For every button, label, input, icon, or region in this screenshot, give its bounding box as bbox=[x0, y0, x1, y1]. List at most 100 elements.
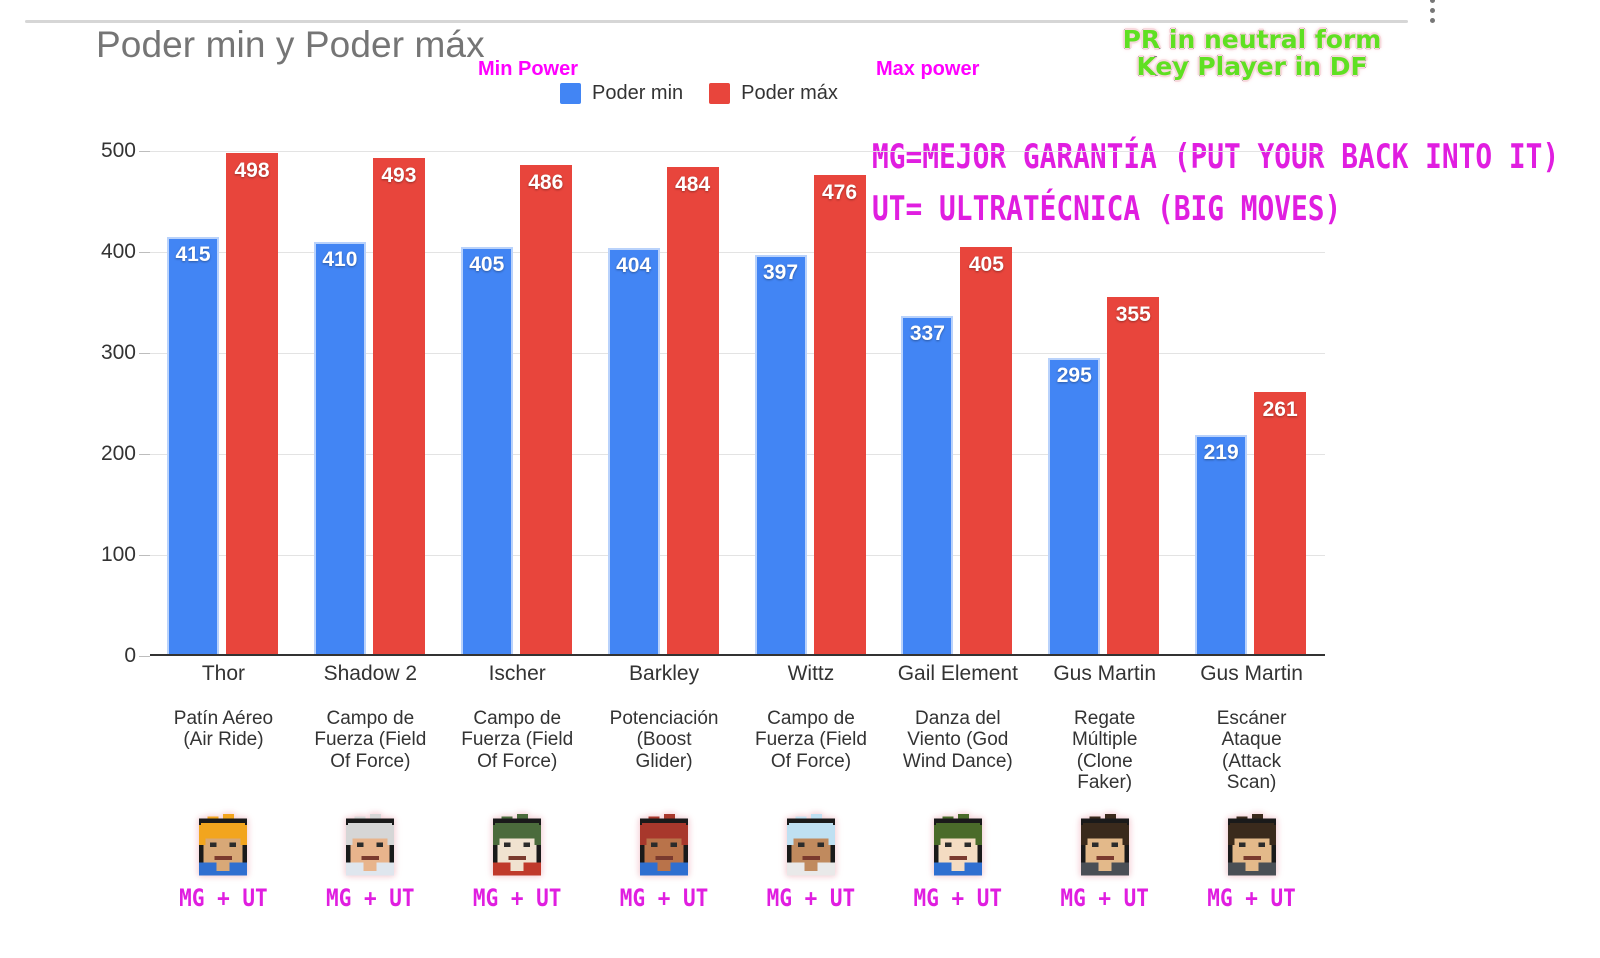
category-move-line: Wind Dance) bbox=[902, 750, 1013, 772]
bar-value-label: 484 bbox=[675, 173, 711, 197]
category-move-line: Campo de bbox=[473, 708, 562, 729]
sprite-cell: MG + UT bbox=[884, 812, 1031, 912]
kebab-dot-3 bbox=[1429, 18, 1435, 23]
legend-label-poder-max: Poder máx bbox=[741, 82, 838, 104]
category-move-line: (Attack bbox=[1222, 750, 1282, 772]
bar-group: 337 405 bbox=[884, 151, 1031, 656]
y-tick-mark-300 bbox=[139, 353, 150, 354]
sprite-tag-label: MG + UT bbox=[1207, 884, 1296, 912]
sprite-cell: MG + UT bbox=[1178, 812, 1325, 912]
y-tick-mark-0 bbox=[139, 656, 150, 657]
category-label-cell: Gus Martin Escáner Ataque (Attack Scan) bbox=[1178, 662, 1325, 793]
bar-poder-min[interactable]: 337 bbox=[901, 315, 954, 656]
bar-poder-min[interactable]: 397 bbox=[754, 255, 807, 656]
category-move-line: Fuerza (Field bbox=[461, 729, 574, 751]
category-move-name: Potenciación (Boost Glider) bbox=[595, 708, 734, 772]
category-move-line: Campo de bbox=[767, 708, 855, 729]
category-move-line: Fuerza (Field bbox=[314, 729, 427, 751]
sprite-tag-label: MG + UT bbox=[472, 884, 562, 912]
character-avatar-icon bbox=[188, 812, 258, 882]
plot-area: 415 498 410 493 405 486 404 484 397 476 337 405 295 3… bbox=[150, 151, 1325, 656]
bar-group: 404 484 bbox=[591, 151, 738, 656]
annotation-min-power: Min Power bbox=[478, 58, 579, 80]
y-tick-label-100: 100 bbox=[100, 543, 136, 566]
sprite-cell: MG + UT bbox=[444, 812, 591, 912]
annotation-badge-pr: PR in neutral form Key Player in DF bbox=[1112, 25, 1392, 80]
y-tick-label-500: 500 bbox=[100, 139, 136, 162]
bar-value-label: 337 bbox=[909, 321, 945, 345]
sprite-tag-label: MG + UT bbox=[913, 884, 1003, 912]
category-name: Gail Element bbox=[897, 662, 1018, 685]
bar-value-label: 493 bbox=[381, 164, 417, 188]
kebab-menu-icon[interactable] bbox=[1421, 0, 1443, 32]
bar-value-label: 355 bbox=[1115, 303, 1151, 327]
annotation-max-power: Max power bbox=[876, 58, 980, 80]
bar-poder-min[interactable]: 415 bbox=[167, 236, 219, 656]
character-avatar-icon bbox=[923, 812, 993, 882]
sprite-tag-label: MG + UT bbox=[1060, 884, 1149, 912]
bar-poder-max[interactable]: 261 bbox=[1254, 392, 1307, 656]
category-name: Barkley bbox=[629, 662, 700, 685]
kebab-dot-1 bbox=[1429, 0, 1435, 3]
category-move-line: Of Force) bbox=[330, 750, 411, 772]
legend-item-poder-min[interactable]: Poder min bbox=[560, 82, 683, 105]
bar-poder-min[interactable]: 219 bbox=[1195, 434, 1248, 656]
bar-group: 397 476 bbox=[738, 151, 885, 656]
sprite-cell: MG + UT bbox=[591, 812, 738, 912]
y-tick-mark-200 bbox=[139, 454, 150, 455]
chart-screenshot: Poder min y Poder máx Min Power Max powe… bbox=[0, 0, 1600, 958]
character-avatar-icon bbox=[1217, 812, 1287, 882]
y-tick-label-0: 0 bbox=[124, 644, 136, 667]
y-tick-label-200: 200 bbox=[100, 442, 136, 465]
category-move-line: Fuerza (Field bbox=[754, 729, 867, 751]
category-move-line: (Clone bbox=[1076, 750, 1133, 772]
category-move-name: Regate Múltiple (Clone Faker) bbox=[1035, 708, 1174, 793]
bar-poder-max[interactable]: 486 bbox=[519, 165, 572, 656]
category-label-cell: Thor Patín Aéreo (Air Ride) bbox=[150, 662, 297, 793]
category-move-line: Regate bbox=[1074, 708, 1136, 729]
bar-poder-max[interactable]: 355 bbox=[1107, 297, 1160, 656]
category-move-line: Múltiple bbox=[1071, 729, 1138, 751]
bar-poder-max[interactable]: 484 bbox=[666, 167, 719, 656]
category-move-name: Escáner Ataque (Attack Scan) bbox=[1182, 708, 1321, 793]
category-move-line: (Boost bbox=[636, 729, 692, 751]
x-axis-line bbox=[150, 654, 1325, 656]
category-name: Shadow 2 bbox=[323, 662, 418, 685]
sprite-tag-label: MG + UT bbox=[326, 884, 415, 912]
bar-poder-max[interactable]: 476 bbox=[813, 175, 866, 656]
category-move-name: Danza del Viento (God Wind Dance) bbox=[888, 708, 1027, 772]
bar-group: 415 498 bbox=[150, 151, 297, 656]
category-label-cell: Barkley Potenciación (Boost Glider) bbox=[591, 662, 738, 793]
category-move-line: Patín Aéreo bbox=[173, 708, 274, 729]
category-label-cell: Gail Element Danza del Viento (God Wind Dan… bbox=[884, 662, 1031, 793]
character-avatar-icon bbox=[482, 812, 552, 882]
category-move-line: Viento (God bbox=[907, 729, 1009, 751]
bar-poder-min[interactable]: 295 bbox=[1048, 358, 1101, 656]
chart-container-top-border bbox=[25, 20, 1408, 23]
category-move-line: Of Force) bbox=[770, 750, 852, 772]
category-move-name: Campo de Fuerza (Field Of Force) bbox=[301, 708, 440, 772]
legend-item-poder-max[interactable]: Poder máx bbox=[709, 82, 838, 105]
bar-poder-min[interactable]: 405 bbox=[460, 246, 513, 656]
bar-value-label: 397 bbox=[762, 261, 799, 285]
legend-swatch-poder-min bbox=[560, 83, 581, 104]
bar-value-label: 498 bbox=[234, 159, 270, 183]
character-avatar-icon bbox=[1070, 812, 1140, 882]
character-avatar-icon bbox=[335, 812, 405, 882]
bar-poder-max[interactable]: 493 bbox=[372, 158, 425, 656]
bar-value-label: 261 bbox=[1262, 398, 1298, 422]
category-label-cell: Ischer Campo de Fuerza (Field Of Force) bbox=[444, 662, 591, 793]
bar-value-label: 405 bbox=[968, 252, 1004, 276]
bar-poder-min[interactable]: 404 bbox=[607, 247, 660, 656]
category-move-line: Danza del bbox=[915, 708, 1001, 729]
y-tick-mark-100 bbox=[139, 555, 150, 556]
bar-poder-max[interactable]: 405 bbox=[960, 246, 1013, 656]
category-move-name: Patín Aéreo (Air Ride) bbox=[154, 708, 293, 751]
bar-value-label: 410 bbox=[322, 247, 358, 271]
y-tick-label-300: 300 bbox=[100, 341, 136, 364]
category-move-line: Ataque bbox=[1221, 729, 1282, 751]
bar-poder-min[interactable]: 410 bbox=[313, 241, 366, 656]
bar-poder-max[interactable]: 498 bbox=[226, 153, 278, 656]
sprite-cell: MG + UT bbox=[297, 812, 444, 912]
category-move-line: Scan) bbox=[1226, 771, 1277, 793]
